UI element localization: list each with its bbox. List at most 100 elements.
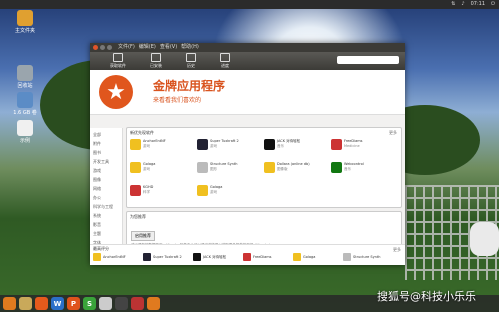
desktop-icon-label: 1.6 GB 卷 [13,110,37,116]
app-category: Medicine [344,143,360,148]
app-tile[interactable]: Super Tuxkraft 2 [143,253,189,261]
app-tile[interactable]: Golaga 游戏 [197,185,264,206]
app-tile[interactable]: FreeDiams Medicine [331,139,398,160]
sidebar-item[interactable]: 附件 [90,139,122,148]
toolbar-button-label: 进度 [221,63,229,68]
maximize-button[interactable] [107,45,112,50]
close-button[interactable] [93,45,98,50]
sidebar-item[interactable]: 图像 [90,175,122,184]
top-rated-more-link[interactable]: 更多 [393,247,401,253]
app-tile[interactable]: JACK 对待轻松 音乐 [264,139,331,160]
app-tile[interactable]: Super Tuxkraft 2 游戏 [197,139,264,160]
sidebar-item[interactable]: 影音 [90,220,122,229]
app-tile[interactable]: FreeDiams [243,253,289,261]
star-logo-icon: ★ [99,75,133,109]
desktop-icon-label: 主文件夹 [14,28,35,34]
writer-icon[interactable]: W [51,297,64,310]
hay-bale [470,222,499,256]
toolbar-button[interactable]: 进度 [220,53,230,69]
app-tile[interactable]: Dollara (online db) 图像版 [264,162,331,183]
ubuntu-logo-icon[interactable] [3,297,16,310]
clock-icon [186,53,196,62]
toolbar: 获取软件 已安装 历史 进度 [90,52,405,70]
sidebar-item[interactable]: 主题 [90,229,122,238]
app-name: FreeDiams [253,255,272,259]
folder-icon [17,10,33,26]
app-name: KGHD [143,185,154,189]
toolbar-button[interactable]: 获取软件 [110,53,126,69]
enable-recommend-button[interactable]: 启用推荐 [131,231,155,241]
toolbar-button-label: 已安装 [150,63,162,68]
app-icon [264,139,275,150]
menu-item[interactable]: 查看(V) [160,44,177,50]
app-name: Dollara (online db) [277,162,310,166]
app-tile[interactable]: AnchorEntNF 游戏 [130,139,197,160]
app-tile[interactable]: Structure Synth [343,253,389,261]
sidebar-item[interactable]: 图书 [90,148,122,157]
app-category: 游戏 [143,166,150,171]
desktop-icon[interactable]: 回收站 [8,65,42,89]
network-icon[interactable]: ⇅ [451,0,455,9]
search-input[interactable] [337,56,399,64]
app-tile[interactable]: AnchorEntNF [93,253,139,261]
firefox-icon[interactable] [35,297,48,310]
sidebar-item[interactable]: 科学与工程 [90,202,122,211]
app-name: FreeDiams [344,139,363,143]
top-rated-title: 最高评分 [93,246,109,251]
app-name: AnchorEntNF [143,139,166,143]
menu-item[interactable]: 文件(F) [118,44,135,50]
featured-more-link[interactable]: 更多 [389,130,397,136]
folder-icon [17,120,33,136]
menu-item[interactable]: 编辑(E) [139,44,156,50]
desktop-icon[interactable]: 1.6 GB 卷 [8,92,42,116]
app-tile[interactable]: Webcontrol 音乐 [331,162,398,183]
app-name: Webcontrol [344,162,364,166]
sidebar-item[interactable]: 开发工具 [90,157,122,166]
minimize-button[interactable] [100,45,105,50]
top-rated-panel: 最高评分 更多 AnchorEntNF Super Tuxkraft 2 JACK … [90,244,405,265]
featured-title: 新优先现软件 [130,130,154,135]
disk-icon[interactable] [99,297,112,310]
desktop-icon[interactable]: 主文件夹 [8,10,42,34]
package-icon[interactable] [147,297,160,310]
app-name: JACK 对待轻松 [203,254,227,259]
app-category: 音乐 [344,166,351,171]
sidebar-item[interactable]: 全部 [90,130,122,139]
app-icon [264,162,275,173]
main-content: 新优先现软件 更多 AnchorEntNF 游戏 Super Tuxkraft 2游… [126,127,402,253]
app-icon [130,139,141,150]
featured-panel: 新优先现软件 更多 AnchorEntNF 游戏 Super Tuxkraft 2游… [126,127,402,208]
sidebar-item[interactable]: 系统 [90,211,122,220]
sidebar-item[interactable]: 游戏 [90,166,122,175]
app-tile[interactable]: Structure Synth 图形 [197,162,264,183]
toolbar-button-label: 获取软件 [110,63,126,68]
app-tile[interactable]: KGHD 科学 [130,185,197,206]
app-icon [293,253,301,261]
power-icon[interactable]: ⏻ [491,0,495,9]
app-tile[interactable]: JACK 对待轻松 [193,253,239,261]
toolbar-button[interactable]: 历史 [186,53,196,69]
files-icon[interactable] [19,297,32,310]
app-tile[interactable]: Golaga 游戏 [130,162,197,183]
app-tile[interactable]: Golaga [293,253,339,261]
sidebar-item[interactable]: 办公 [90,193,122,202]
app-category: 游戏 [210,189,217,194]
desktop-icon[interactable]: 示例 [8,120,42,144]
title-bar: 文件(F) 编辑(E) 查看(V) 帮助(H) [90,43,405,52]
top-panel: ⇅ ♪ 07:11 ⏻ [0,0,499,9]
impress-icon[interactable]: P [67,297,80,310]
toolbar-button-label: 历史 [187,63,195,68]
terminal-icon[interactable] [115,297,128,310]
volume-icon[interactable]: ♪ [461,0,464,9]
menu-item[interactable]: 帮助(H) [181,44,199,50]
app-name: Golaga [210,185,223,189]
monitor-icon [151,53,161,62]
app-icon [243,253,251,261]
sidebar-item[interactable]: 网络 [90,184,122,193]
software-center-icon[interactable] [131,297,144,310]
toolbar-button[interactable]: 已安装 [150,53,162,69]
calc-icon[interactable]: S [83,297,96,310]
app-category: 游戏 [210,143,217,148]
banner[interactable]: ★ 金牌应用程序 来看看我们喜欢的 [90,70,405,115]
clock[interactable]: 07:11 [471,0,485,9]
